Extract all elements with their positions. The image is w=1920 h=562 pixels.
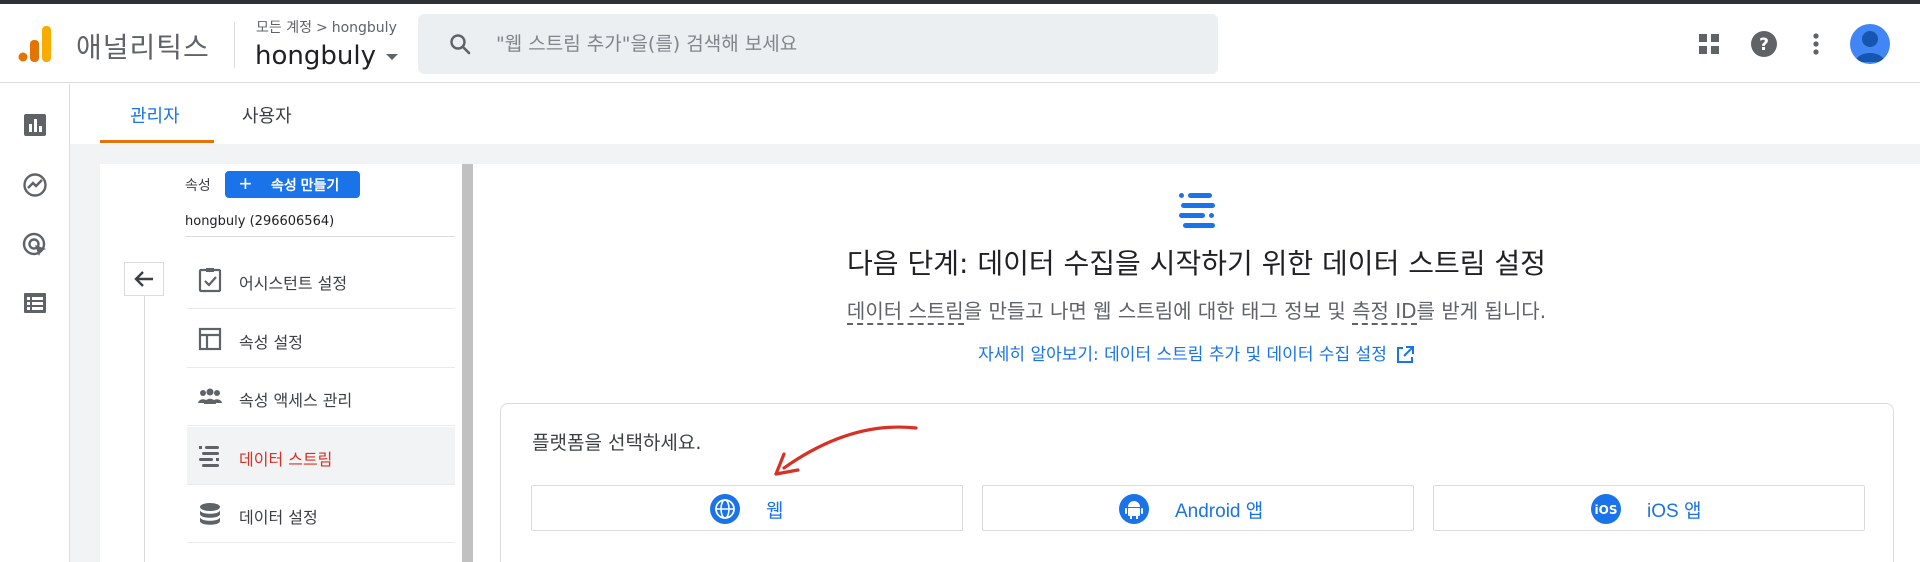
advertising-icon[interactable] <box>22 232 48 258</box>
property-label: 속성 <box>185 178 211 194</box>
description-text-end: 를 받게 됩니다. <box>1416 299 1547 323</box>
android-icon <box>1119 494 1149 524</box>
open-in-new-icon <box>1396 346 1414 363</box>
back-button[interactable] <box>124 262 164 296</box>
menu-item-label: 어시스턴트 설정 <box>239 274 348 293</box>
breadcrumb-separator: > <box>315 20 328 36</box>
platform-android-label: Android 앱 <box>1175 501 1264 522</box>
platform-web-label: 웹 <box>766 501 784 522</box>
people-icon <box>198 388 222 404</box>
search-bar[interactable] <box>418 14 1218 74</box>
header-divider <box>234 22 235 68</box>
learn-more-label: 자세히 알아보기: 데이터 스트림 추가 및 데이터 수집 설정 <box>978 345 1387 365</box>
term-measurement-id[interactable]: 측정 ID <box>1352 299 1417 325</box>
left-nav-rail <box>0 84 70 562</box>
breadcrumb[interactable]: 모든 계정 > hongbuly <box>256 17 397 37</box>
analytics-logo-icon[interactable] <box>18 24 54 64</box>
admin-tabs: 관리자 사용자 <box>70 84 1920 144</box>
tree-connector <box>144 296 145 562</box>
menu-item-label: 데이터 스트림 <box>239 450 333 469</box>
tab-admin[interactable]: 관리자 <box>130 102 180 128</box>
term-data-stream[interactable]: 데이터 스트림 <box>846 299 964 325</box>
app-name: 애널리틱스 <box>76 31 210 64</box>
search-icon <box>450 34 471 55</box>
platform-ios-label: iOS 앱 <box>1647 501 1702 522</box>
svg-text:?: ? <box>1759 35 1769 55</box>
arrow-back-icon <box>134 271 153 287</box>
description-text: 을 만들고 나면 웹 스트림에 대한 태그 정보 및 <box>963 299 1353 323</box>
help-icon[interactable]: ? <box>1748 28 1780 60</box>
create-property-label: 속성 만들기 <box>271 176 340 193</box>
checklist-icon <box>198 268 222 293</box>
plus-icon: + <box>239 171 252 196</box>
breadcrumb-root[interactable]: 모든 계정 <box>256 20 312 36</box>
avatar[interactable] <box>1850 24 1890 64</box>
panel-scrollbar[interactable] <box>462 164 473 562</box>
breadcrumb-account[interactable]: hongbuly <box>332 20 397 36</box>
menu-item-label: 속성 설정 <box>239 333 303 352</box>
menu-item-property-settings[interactable]: 속성 설정 <box>187 310 455 368</box>
menu-item-assistant-settings[interactable]: 어시스턴트 설정 <box>187 251 455 309</box>
property-divider <box>185 236 455 237</box>
svg-text:iOS: iOS <box>1595 503 1618 517</box>
ios-icon: iOS <box>1591 494 1621 524</box>
search-input[interactable] <box>496 28 1196 60</box>
data-stream-icon <box>199 446 219 467</box>
platform-prompt: 플랫폼을 선택하세요. <box>532 432 702 454</box>
tab-user[interactable]: 사용자 <box>242 102 292 128</box>
menu-item-label: 데이터 설정 <box>239 508 318 527</box>
property-name[interactable]: hongbuly (296606564) <box>185 214 334 229</box>
platform-card <box>500 403 1894 562</box>
menu-item-label: 속성 액세스 관리 <box>239 391 353 410</box>
account-name: hongbuly <box>255 41 376 71</box>
user-icon <box>1855 31 1885 62</box>
main-description: 데이터 스트림을 만들고 나면 웹 스트림에 대한 태그 정보 및 측정 ID를… <box>473 295 1920 325</box>
menu-item-access-management[interactable]: 속성 액세스 관리 <box>187 368 455 426</box>
main-title: 다음 단계: 데이터 수집을 시작하기 위한 데이터 스트림 설정 <box>847 247 1546 280</box>
configure-icon[interactable] <box>22 290 48 316</box>
learn-more-link[interactable]: 자세히 알아보기: 데이터 스트림 추가 및 데이터 수집 설정 <box>473 340 1920 365</box>
data-stream-icon <box>1179 193 1215 228</box>
globe-icon <box>710 494 740 524</box>
more-vert-icon[interactable] <box>1800 28 1832 60</box>
account-selector[interactable]: hongbuly <box>255 41 398 71</box>
platform-android-button[interactable]: Android 앱 <box>982 485 1414 531</box>
layout-icon <box>198 327 222 351</box>
explore-icon[interactable] <box>22 172 48 198</box>
reports-icon[interactable] <box>22 112 48 138</box>
menu-item-data-settings[interactable]: 데이터 설정 <box>187 485 455 543</box>
apps-grid-icon[interactable] <box>1693 28 1725 60</box>
active-tab-indicator <box>100 140 214 143</box>
menu-item-data-streams[interactable]: 데이터 스트림 <box>187 427 455 485</box>
platform-ios-button[interactable]: iOS iOS 앱 <box>1433 485 1865 531</box>
caret-down-icon <box>385 53 398 60</box>
database-icon <box>200 503 220 525</box>
app-header: 애널리틱스 모든 계정>hongbuly hongbuly ? <box>0 4 1920 83</box>
create-property-button[interactable]: + 속성 만들기 <box>225 171 360 198</box>
annotation-arrow-icon <box>774 425 918 476</box>
